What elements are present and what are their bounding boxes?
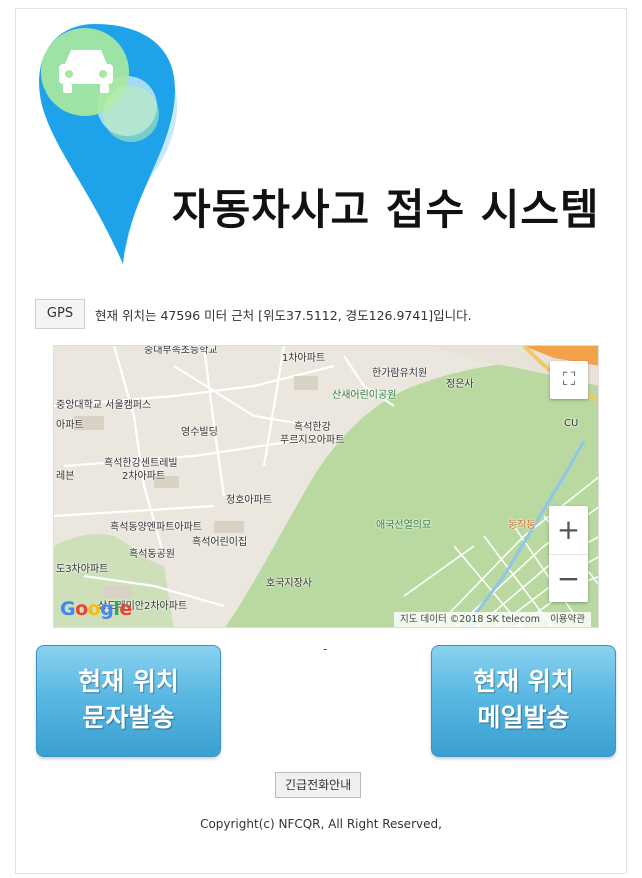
map-label: 한가람유치원 bbox=[372, 368, 428, 379]
map-label: 동작동 bbox=[508, 520, 536, 531]
map-label: 1차아파트 bbox=[282, 353, 326, 364]
car-location-pin-icon bbox=[35, 14, 185, 264]
map-attribution: 지도 데이터 ©2018 SK telecom 이용약관 bbox=[394, 612, 592, 627]
map-label: 중대부속초등학교 bbox=[144, 345, 218, 356]
send-location-sms-button[interactable]: 현재 위치 문자발송 bbox=[36, 645, 221, 757]
map-label: 청호아파트 bbox=[226, 495, 272, 506]
map-label: 도3차아파트 bbox=[56, 564, 109, 575]
map-label: 산새어린이공원 bbox=[332, 390, 397, 401]
map-label: 아파트 bbox=[56, 420, 84, 431]
sms-button-line2: 문자발송 bbox=[82, 703, 175, 732]
google-logo: Google bbox=[60, 598, 132, 620]
map-label: 영수빌딩 bbox=[181, 427, 218, 438]
location-status-text: 현재 위치는 47596 미터 근처 [위도37.5112, 경도126.974… bbox=[95, 308, 472, 323]
fullscreen-icon[interactable]: ⛶ bbox=[550, 361, 588, 399]
copyright-text: Copyright(c) NFCQR, All Right Reserved, bbox=[200, 817, 442, 831]
map-label: 호국지장사 bbox=[266, 578, 312, 589]
map-label: 레븐 bbox=[56, 471, 75, 482]
map-label: 애국선열의묘 bbox=[376, 520, 432, 531]
zoom-in-button[interactable]: + bbox=[549, 506, 588, 554]
map-label: CU bbox=[564, 418, 579, 429]
gps-button[interactable]: GPS bbox=[35, 299, 85, 329]
map-label: 흑석동양엔파트아파트 bbox=[110, 522, 202, 533]
map-label: 푸르지오아파트 bbox=[280, 435, 345, 446]
map-label: 2차아파트 bbox=[122, 471, 166, 482]
send-location-mail-button[interactable]: 현재 위치 메일발송 bbox=[431, 645, 616, 757]
map-label: 정은사 bbox=[446, 379, 474, 390]
page-title: 자동차사고 접수 시스템 bbox=[172, 185, 600, 234]
sms-button-line1: 현재 위치 bbox=[78, 667, 179, 696]
map-label: 흑석어린이집 bbox=[192, 537, 248, 548]
mail-button-line1: 현재 위치 bbox=[473, 667, 574, 696]
terms-link[interactable]: 이용약관 bbox=[550, 614, 585, 625]
zoom-control: + − bbox=[549, 506, 588, 602]
map-label: 중앙대학교 서울캠퍼스 bbox=[56, 400, 152, 411]
attribution-text: 지도 데이터 ©2018 SK telecom bbox=[400, 614, 541, 625]
emergency-call-guide-button[interactable]: 긴급전화안내 bbox=[275, 772, 362, 798]
separator-dash: - bbox=[323, 642, 328, 656]
zoom-out-button[interactable]: − bbox=[549, 554, 588, 603]
map-label: 흑석동공원 bbox=[129, 549, 175, 560]
location-map[interactable]: 중대부속초등학교 1차아파트 한가람유치원 정은사 산새어린이공원 중앙대학교 … bbox=[53, 345, 599, 628]
mail-button-line2: 메일발송 bbox=[477, 703, 570, 732]
